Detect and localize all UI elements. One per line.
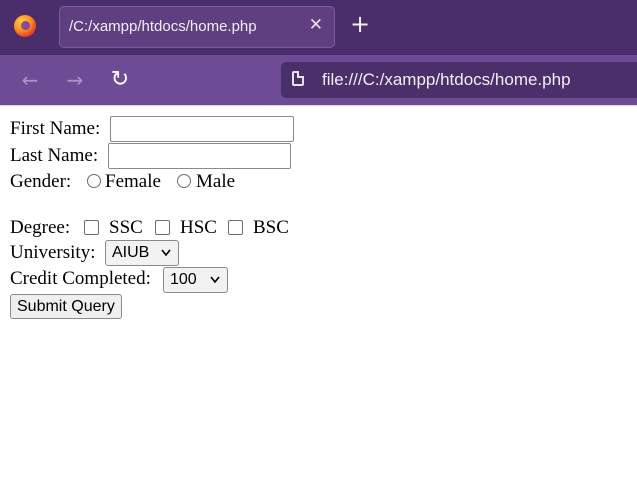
address-bar[interactable]: file:///C:/xampp/htdocs/home.php — [281, 62, 637, 98]
submit-button[interactable]: Submit Query — [10, 294, 122, 319]
degree-label: Degree: — [10, 217, 71, 238]
gender-male-label: Male — [196, 171, 236, 192]
first-name-label: First Name: — [10, 118, 101, 139]
degree-bsc-label: BSC — [253, 217, 289, 238]
degree-ssc-label: SSC — [109, 217, 143, 238]
chrome-divider — [0, 105, 637, 106]
gender-female-radio[interactable] — [87, 174, 101, 188]
university-label: University: — [10, 242, 96, 263]
last-name-label: Last Name: — [10, 145, 99, 166]
gender-label: Gender: — [10, 171, 72, 192]
first-name-input[interactable] — [110, 116, 294, 142]
degree-hsc-checkbox[interactable] — [155, 220, 170, 235]
degree-bsc-checkbox[interactable] — [228, 220, 243, 235]
gender-row: Gender: — [10, 171, 71, 193]
last-name-input[interactable] — [108, 143, 291, 169]
university-select[interactable]: AIUB — [105, 240, 179, 266]
forward-button[interactable]: → — [62, 67, 88, 93]
reload-button[interactable]: ↻ — [107, 67, 133, 93]
credit-label: Credit Completed: — [10, 268, 151, 289]
active-tab[interactable]: /C:/xampp/htdocs/home.php ✕ — [59, 6, 335, 48]
university-selected-value: AIUB — [112, 244, 150, 261]
close-tab-icon[interactable]: ✕ — [309, 15, 323, 35]
credit-selected-value: 100 — [170, 271, 197, 288]
credit-select[interactable]: 100 — [163, 267, 228, 293]
chevron-down-icon — [209, 268, 221, 300]
degree-ssc-checkbox[interactable] — [84, 220, 99, 235]
back-button[interactable]: ← — [17, 67, 43, 93]
new-tab-button[interactable]: + — [350, 12, 370, 36]
tab-title: /C:/xampp/htdocs/home.php — [69, 18, 257, 35]
university-row: University: — [10, 242, 96, 264]
tab-strip: /C:/xampp/htdocs/home.php ✕ + — [0, 0, 637, 55]
address-text: file:///C:/xampp/htdocs/home.php — [322, 70, 571, 89]
gender-male-radio[interactable] — [177, 174, 191, 188]
last-name-row: Last Name: — [10, 145, 98, 167]
navigation-toolbar: ← → ↻ file:///C:/xampp/htdocs/home.php — [0, 55, 637, 105]
first-name-row: First Name: — [10, 118, 100, 140]
page-icon — [292, 71, 304, 86]
degree-row: Degree: — [10, 217, 70, 239]
firefox-icon[interactable] — [14, 15, 36, 37]
credit-row: Credit Completed: — [10, 268, 151, 290]
gender-female-label: Female — [105, 171, 161, 192]
degree-hsc-label: HSC — [180, 217, 217, 238]
